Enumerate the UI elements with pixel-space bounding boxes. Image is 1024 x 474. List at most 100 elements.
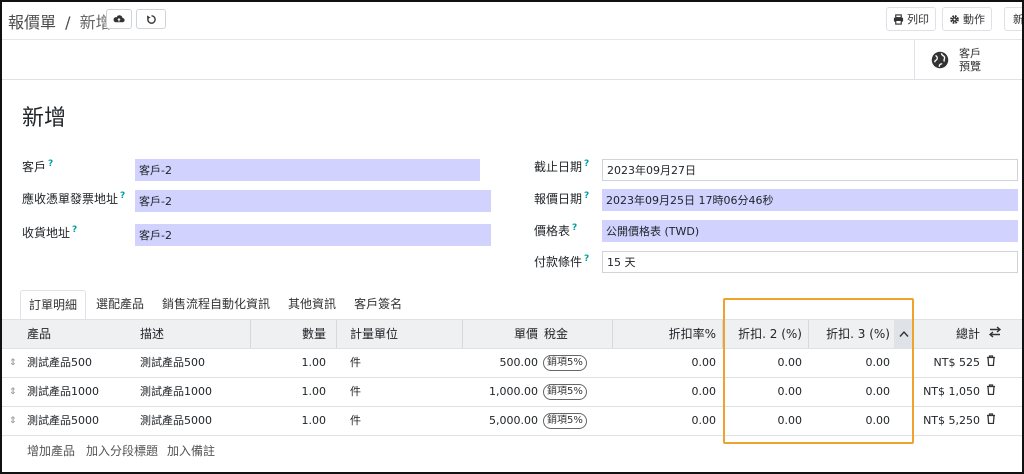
cell-discount-3[interactable]: 0.00 — [810, 378, 891, 406]
tax-badge[interactable]: 銷項5% — [543, 355, 587, 371]
col-divider — [250, 320, 251, 348]
print-button[interactable]: 列印 — [886, 7, 936, 31]
help-icon[interactable]: ? — [120, 191, 125, 201]
cell-total: NT$ 5,250 — [923, 414, 980, 427]
add-section-link[interactable]: 加入分段標題 — [86, 442, 158, 459]
cell-description[interactable]: 測試產品500 — [140, 349, 205, 377]
optional-columns-icon[interactable] — [988, 320, 1002, 348]
cell-discount-3[interactable]: 0.00 — [810, 349, 891, 377]
col-price[interactable]: 單價 — [462, 320, 538, 348]
help-icon[interactable]: ? — [48, 159, 53, 169]
label-text: 付款條件 — [534, 255, 583, 269]
table-header: 產品 描述 數量 計量單位 單價 稅金 折扣率% 折扣. 2 (%) 折扣. 3… — [2, 319, 1022, 349]
tab-customer-signature[interactable]: 客戶簽名 — [346, 290, 410, 320]
tab-optional-products[interactable]: 選配產品 — [88, 290, 152, 320]
tax-badge[interactable]: 銷項5% — [543, 384, 587, 400]
globe-icon — [931, 51, 949, 69]
quotation-date-field[interactable]: 2023年09月25日 17時06分46秒 — [602, 189, 1018, 211]
field-label-payment-terms: 付款條件? — [534, 253, 589, 270]
col-divider — [722, 320, 723, 348]
customer-preview-button[interactable]: 客戶 預覽 — [914, 40, 1022, 80]
col-tax[interactable]: 稅金 — [544, 320, 568, 348]
label-text: 客戶 — [22, 160, 47, 174]
cell-quantity[interactable]: 1.00 — [252, 349, 327, 377]
notebook-tabs: 訂單明細 選配產品 銷售流程自動化資訊 其他資訊 客戶簽名 — [20, 290, 412, 320]
cell-discount[interactable]: 0.00 — [614, 378, 717, 406]
discard-button[interactable] — [136, 9, 166, 29]
cell-quantity[interactable]: 1.00 — [252, 378, 327, 406]
cell-uom[interactable]: 件 — [350, 407, 361, 435]
control-panel: 報價單 / 新增 列印 動作 新 — [2, 2, 1022, 40]
cell-total: NT$ 525 — [933, 356, 980, 369]
print-label: 列印 — [907, 13, 929, 26]
tab-order-lines[interactable]: 訂單明細 — [20, 290, 87, 320]
cell-product[interactable]: 測試產品1000 — [27, 378, 99, 406]
label-text: 收貨地址 — [22, 226, 71, 240]
validity-date-field[interactable]: 2023年09月27日 — [602, 159, 1018, 181]
col-uom[interactable]: 計量單位 — [350, 320, 398, 348]
cell-discount-2[interactable]: 0.00 — [724, 407, 803, 435]
trash-icon[interactable] — [986, 407, 996, 435]
col-discount-2[interactable]: 折扣. 2 (%) — [724, 320, 802, 348]
gear-icon — [950, 14, 959, 24]
cell-total: NT$ 1,050 — [923, 385, 980, 398]
cell-price[interactable]: 1,000.00 — [462, 378, 538, 406]
col-discount-3[interactable]: 折扣. 3 (%) — [810, 320, 890, 348]
col-description[interactable]: 描述 — [140, 320, 164, 348]
cell-quantity[interactable]: 1.00 — [252, 407, 327, 435]
cell-product[interactable]: 測試產品500 — [27, 349, 92, 377]
col-product[interactable]: 產品 — [27, 320, 51, 348]
help-icon[interactable]: ? — [584, 159, 589, 169]
drag-handle-icon[interactable]: ⇕ — [9, 407, 17, 435]
invoice-address-field[interactable]: 客戶-2 — [135, 190, 491, 212]
new-button[interactable]: 新 — [1004, 7, 1022, 31]
help-icon[interactable]: ? — [584, 191, 589, 201]
trash-icon[interactable] — [986, 378, 996, 406]
cell-discount-2[interactable]: 0.00 — [724, 349, 803, 377]
order-lines-table: 產品 描述 數量 計量單位 單價 稅金 折扣率% 折扣. 2 (%) 折扣. 3… — [2, 319, 1022, 436]
customer-field[interactable]: 客戶-2 — [135, 159, 480, 181]
drag-handle-icon[interactable]: ⇕ — [9, 378, 17, 406]
cell-uom[interactable]: 件 — [350, 378, 361, 406]
delivery-address-field[interactable]: 客戶-2 — [135, 224, 491, 246]
col-total[interactable]: 總計 — [914, 320, 980, 348]
table-row[interactable]: ⇕ 測試產品5000 測試產品5000 1.00 件 5,000.00 銷項5%… — [2, 407, 1022, 436]
label-text: 報價日期 — [534, 192, 583, 206]
cell-price[interactable]: 5,000.00 — [462, 407, 538, 435]
add-note-link[interactable]: 加入備註 — [167, 442, 215, 459]
cell-product[interactable]: 測試產品5000 — [27, 407, 99, 435]
printer-icon — [893, 13, 904, 25]
action-label: 動作 — [963, 13, 985, 26]
cell-discount[interactable]: 0.00 — [614, 349, 717, 377]
payment-terms-field[interactable]: 15 天 — [602, 251, 1018, 273]
trash-icon[interactable] — [986, 349, 996, 377]
save-button[interactable] — [106, 9, 132, 29]
field-label-invoice-address: 應收憑單發票地址? — [22, 190, 125, 207]
cell-description[interactable]: 測試產品5000 — [140, 407, 212, 435]
col-quantity[interactable]: 數量 — [252, 320, 326, 348]
record-title: 新增 — [22, 106, 67, 131]
sort-ascending-icon[interactable] — [894, 320, 914, 348]
help-icon[interactable]: ? — [584, 254, 589, 264]
tax-badge[interactable]: 銷項5% — [543, 413, 587, 429]
tab-sales-automation[interactable]: 銷售流程自動化資訊 — [154, 290, 278, 320]
breadcrumb-parent[interactable]: 報價單 — [8, 13, 56, 32]
add-product-link[interactable]: 增加產品 — [27, 442, 75, 459]
tab-other-info[interactable]: 其他資訊 — [280, 290, 344, 320]
cell-discount[interactable]: 0.00 — [614, 407, 717, 435]
cell-description[interactable]: 測試產品1000 — [140, 378, 212, 406]
help-icon[interactable]: ? — [572, 223, 577, 233]
cell-discount-3[interactable]: 0.00 — [810, 407, 891, 435]
drag-handle-icon[interactable]: ⇕ — [9, 349, 17, 377]
help-icon[interactable]: ? — [72, 225, 77, 235]
label-text: 價格表 — [534, 224, 571, 238]
col-discount[interactable]: 折扣率% — [614, 320, 716, 348]
table-row[interactable]: ⇕ 測試產品500 測試產品500 1.00 件 500.00 銷項5% 0.0… — [2, 349, 1022, 378]
cloud-upload-icon — [113, 15, 125, 23]
table-row[interactable]: ⇕ 測試產品1000 測試產品1000 1.00 件 1,000.00 銷項5%… — [2, 378, 1022, 407]
cell-price[interactable]: 500.00 — [462, 349, 539, 377]
pricelist-field[interactable]: 公開價格表 (TWD) — [602, 220, 1018, 242]
cell-uom[interactable]: 件 — [350, 349, 361, 377]
cell-discount-2[interactable]: 0.00 — [724, 378, 803, 406]
action-button[interactable]: 動作 — [942, 7, 992, 31]
